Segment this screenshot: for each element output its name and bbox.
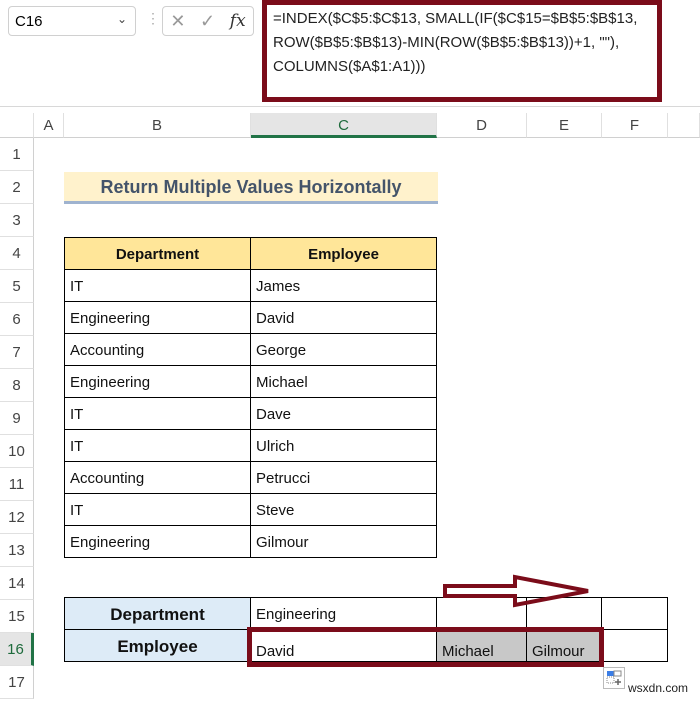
department-cell[interactable]: IT <box>64 269 251 302</box>
chevron-down-icon[interactable]: ⌄ <box>117 12 127 26</box>
department-input[interactable]: Engineering <box>250 597 437 630</box>
select-all-corner[interactable] <box>0 113 34 138</box>
employee-cell[interactable]: Dave <box>250 397 437 430</box>
row-header-11[interactable]: 11 <box>0 468 34 501</box>
employee-cell[interactable]: Ulrich <box>250 429 437 462</box>
column-header-b[interactable]: B <box>64 113 251 138</box>
column-header-c[interactable]: C <box>251 113 437 138</box>
column-header-d[interactable]: D <box>437 113 527 138</box>
table-row: IT Dave <box>64 397 437 430</box>
table-row: IT Ulrich <box>64 429 437 462</box>
employee-cell[interactable]: Michael <box>250 365 437 398</box>
employee-cell[interactable]: Petrucci <box>250 461 437 494</box>
formula-bar[interactable]: =INDEX($C$5:$C$13, SMALL(IF($C$15=$B$5:$… <box>262 0 662 102</box>
row-header-12[interactable]: 12 <box>0 501 34 534</box>
cell-f15[interactable] <box>601 597 668 630</box>
sheet-title: Return Multiple Values Horizontally <box>64 172 438 204</box>
cell-f16[interactable] <box>601 629 668 662</box>
result-highlight-box <box>247 627 604 667</box>
row-header-17[interactable]: 17 <box>0 666 34 699</box>
row-header-4[interactable]: 4 <box>0 237 34 270</box>
department-cell[interactable]: IT <box>64 429 251 462</box>
employee-cell[interactable]: Steve <box>250 493 437 526</box>
column-header-e[interactable]: E <box>527 113 602 138</box>
table-row: Engineering David <box>64 301 437 334</box>
column-header-a[interactable]: A <box>34 113 64 138</box>
drag-handle-icon: ⋮ <box>146 10 160 26</box>
department-cell[interactable]: IT <box>64 397 251 430</box>
table-header-department[interactable]: Department <box>64 237 251 270</box>
table-row: Engineering Gilmour <box>64 525 437 558</box>
arrow-right-icon <box>443 574 589 608</box>
quick-analysis-icon[interactable] <box>603 667 625 689</box>
watermark: wsxdn.com <box>628 681 689 695</box>
table-row: Engineering Michael <box>64 365 437 398</box>
column-header-g[interactable] <box>668 113 700 138</box>
name-box[interactable]: C16 ⌄ <box>8 6 136 36</box>
row-header-1[interactable]: 1 <box>0 138 34 171</box>
formula-buttons: ✕ ✓ fx <box>162 6 254 36</box>
department-cell[interactable]: Accounting <box>64 461 251 494</box>
data-table: Department Employee IT James Engineering Dav… <box>64 237 437 558</box>
table-row: Accounting George <box>64 333 437 366</box>
department-cell[interactable]: Engineering <box>64 525 251 558</box>
table-row: IT Steve <box>64 493 437 526</box>
check-icon[interactable]: ✓ <box>200 11 215 32</box>
employee-label[interactable]: Employee <box>64 629 251 662</box>
employee-cell[interactable]: Gilmour <box>250 525 437 558</box>
employee-cell[interactable]: George <box>250 333 437 366</box>
employee-cell[interactable]: James <box>250 269 437 302</box>
column-header-f[interactable]: F <box>602 113 668 138</box>
department-cell[interactable]: Accounting <box>64 333 251 366</box>
row-header-2[interactable]: 2 <box>0 171 34 204</box>
row-header-5[interactable]: 5 <box>0 270 34 303</box>
row-header-9[interactable]: 9 <box>0 402 34 435</box>
row-header-15[interactable]: 15 <box>0 600 34 633</box>
table-header-employee[interactable]: Employee <box>250 237 437 270</box>
divider <box>0 106 700 107</box>
table-row: IT James <box>64 269 437 302</box>
cancel-icon[interactable]: ✕ <box>170 11 185 32</box>
name-box-value: C16 <box>15 13 43 30</box>
row-header-6[interactable]: 6 <box>0 303 34 336</box>
department-cell[interactable]: Engineering <box>64 365 251 398</box>
department-cell[interactable]: Engineering <box>64 301 251 334</box>
employee-cell[interactable]: David <box>250 301 437 334</box>
row-header-8[interactable]: 8 <box>0 369 34 402</box>
department-cell[interactable]: IT <box>64 493 251 526</box>
row-header-7[interactable]: 7 <box>0 336 34 369</box>
table-row: Accounting Petrucci <box>64 461 437 494</box>
row-header-3[interactable]: 3 <box>0 204 34 237</box>
row-header-14[interactable]: 14 <box>0 567 34 600</box>
department-label[interactable]: Department <box>64 597 251 630</box>
row-header-10[interactable]: 10 <box>0 435 34 468</box>
insert-function-icon[interactable]: fx <box>230 11 246 31</box>
row-header-13[interactable]: 13 <box>0 534 34 567</box>
row-header-16[interactable]: 16 <box>0 633 34 666</box>
